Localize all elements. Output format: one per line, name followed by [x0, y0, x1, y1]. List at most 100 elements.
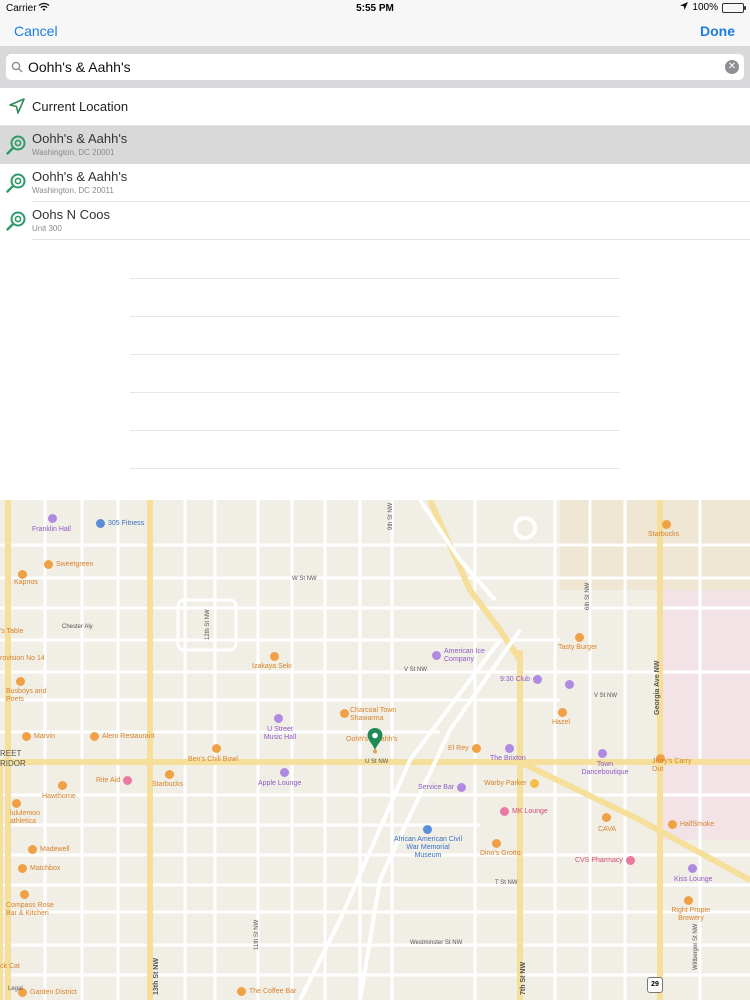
poi-label: Apple Lounge	[258, 780, 302, 787]
done-button[interactable]: Done	[700, 23, 735, 39]
poi-compass-rose[interactable]	[20, 890, 32, 899]
poi-label: Jerry's Carry Out	[652, 758, 692, 773]
poi-shop[interactable]	[565, 680, 577, 689]
search-result-icon	[5, 210, 27, 232]
street-label: U St NW	[365, 759, 389, 765]
result-row[interactable]: Oohh's & Aahh's Washington, DC 20001	[0, 126, 750, 164]
poi-930-club[interactable]: 9:30 Club	[500, 675, 545, 684]
poi-town[interactable]	[598, 749, 610, 758]
street-label: 7th St NW	[520, 961, 527, 995]
clear-icon[interactable]: ✕	[725, 60, 739, 74]
street-label: W St NW	[292, 576, 317, 582]
poi-el-rey[interactable]: El Rey	[448, 744, 484, 753]
cancel-button[interactable]: Cancel	[14, 23, 58, 39]
poi-cvs[interactable]: CVS Pharmacy	[575, 856, 638, 865]
poi-hazel[interactable]	[558, 708, 570, 717]
divider	[130, 468, 620, 469]
poi-lululemon[interactable]	[12, 799, 24, 808]
poi-sweetgreen[interactable]: Sweetgreen	[44, 560, 93, 569]
street-label: 13th St NW	[153, 958, 160, 995]
poi-halfsmoke[interactable]: HalfSmoke	[668, 820, 714, 829]
location-arrow-icon	[680, 2, 689, 13]
poi-african-american[interactable]	[423, 825, 435, 834]
poi-label: African American Civil War Memorial Muse…	[393, 836, 463, 859]
poi-izakaya[interactable]	[270, 652, 282, 661]
poi-bens[interactable]	[212, 744, 224, 753]
search-input[interactable]	[28, 55, 725, 79]
poi-label: Kapnos	[14, 579, 38, 586]
poi-label: The Brixton	[490, 755, 526, 762]
poi-label: Compass Rose Bar & Kitchen	[6, 902, 54, 917]
poi-label: Ben's Chili Bowl	[188, 756, 238, 763]
poi-madewell[interactable]: Madewell	[28, 845, 70, 854]
map-pin-icon[interactable]	[367, 728, 383, 754]
poi-tasty-burger[interactable]	[575, 633, 587, 642]
street-label: 11th St NW	[254, 919, 260, 950]
app-screen: Carrier 5:55 PM 100% Cancel Done ✕	[0, 0, 750, 1000]
poi-label: Franklin Hall	[32, 526, 71, 533]
poi-warby[interactable]: Warby Parker	[484, 779, 542, 788]
poi-cava[interactable]	[602, 813, 614, 822]
poi-right-proper[interactable]	[684, 896, 696, 905]
poi-label: Starbucks	[152, 781, 184, 788]
search-result-icon	[5, 134, 27, 156]
poi-mk-lounge[interactable]: MK Lounge	[500, 807, 548, 816]
poi-label: Charcoal Town Shawarma	[350, 707, 397, 722]
poi-label: U Street Music Hall	[263, 726, 297, 741]
poi-kiss-lounge[interactable]	[688, 864, 700, 873]
search-result-icon	[5, 172, 27, 194]
current-location-row[interactable]: Current Location	[0, 88, 750, 126]
poi-alero[interactable]: Alero Restaurant	[90, 732, 155, 741]
poi-franklin-hall[interactable]	[48, 514, 60, 523]
result-subtitle: Washington, DC 20011	[32, 186, 114, 195]
divider	[130, 278, 620, 279]
location-arrow-icon	[8, 97, 26, 115]
nav-bar: Cancel Done	[0, 16, 750, 46]
street-label: Chester Aly	[62, 624, 93, 630]
poi-label: lululemon athletica	[10, 810, 40, 825]
poi-grotto[interactable]	[492, 839, 504, 848]
poi-u-street-music[interactable]	[274, 714, 286, 723]
poi-305-fitness[interactable]: 305 Fitness	[96, 519, 144, 528]
current-location-label: Current Location	[32, 99, 129, 114]
divider	[130, 354, 620, 355]
poi-label: Izakaya Seki	[252, 663, 292, 670]
poi-garden-district[interactable]: Garden District	[18, 988, 77, 997]
poi-label: Busboys and Poets	[6, 688, 47, 703]
poi-starbucks[interactable]	[662, 520, 674, 529]
poi-label: 's Table	[0, 628, 24, 635]
search-icon	[6, 61, 28, 73]
poi-apple-lounge[interactable]	[280, 768, 292, 777]
status-bar: Carrier 5:55 PM 100%	[0, 0, 750, 16]
street-label: V St NW	[594, 693, 618, 699]
poi-coffee-bar[interactable]: The Coffee Bar	[237, 987, 296, 996]
poi-matchbox[interactable]: Matchbox	[18, 864, 60, 873]
result-row[interactable]: Oohh's & Aahh's Washington, DC 20011	[0, 164, 750, 202]
result-row[interactable]: Oohs N Coos Unit 300	[0, 202, 750, 240]
street-label: V St NW	[404, 667, 428, 673]
street-label: T St NW	[495, 880, 518, 886]
divider	[130, 430, 620, 431]
legal-link[interactable]: Legal	[8, 986, 23, 992]
poi-label: Kiss Lounge	[674, 876, 713, 883]
poi-starbucks-bottom[interactable]	[165, 770, 177, 779]
poi-service-bar[interactable]: Service Bar	[418, 783, 469, 792]
poi-label: Right Proper Brewery	[671, 907, 711, 922]
poi-rite-aid[interactable]: Rite Aid	[96, 776, 135, 785]
status-right: 100%	[680, 2, 746, 13]
poi-hawthorne[interactable]	[58, 781, 70, 790]
result-title: Oohh's & Aahh's	[32, 131, 128, 146]
empty-table-area	[0, 240, 750, 500]
poi-kapnos[interactable]	[18, 570, 30, 579]
poi-the-brixton[interactable]	[505, 744, 517, 753]
poi-american-ice[interactable]	[432, 651, 444, 660]
poi-marvin[interactable]: Marvin	[22, 732, 55, 741]
map-view[interactable]: Franklin Hall 305 Fitness Sweetgreen Kap…	[0, 500, 750, 1000]
street-label: 6th St NW	[585, 582, 591, 610]
poi-label: Dino's Grotto	[480, 850, 521, 857]
poi-label: Starbucks	[648, 531, 680, 538]
poi-label: Tasty Burger	[558, 644, 598, 651]
search-box: ✕	[6, 54, 744, 80]
poi-busboys[interactable]	[16, 677, 28, 686]
street-label: 9th St NW	[388, 502, 394, 530]
